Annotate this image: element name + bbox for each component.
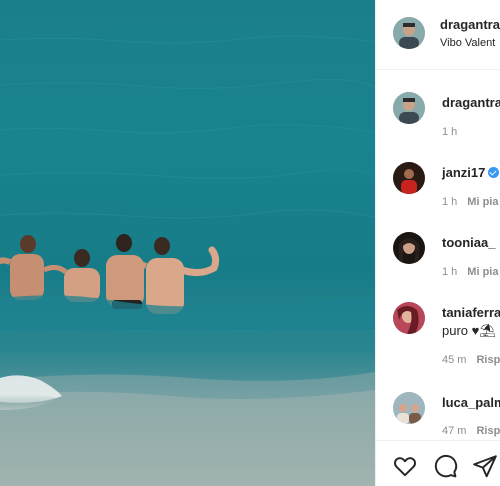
commenter-avatar[interactable] bbox=[393, 392, 425, 424]
comment-meta: 45 m Risp bbox=[442, 354, 500, 366]
verified-badge-icon bbox=[488, 167, 500, 178]
comment-text: puro ♥⛱ bbox=[442, 323, 496, 338]
comment-meta: 1 h bbox=[442, 126, 457, 138]
like-count-link[interactable]: Mi pia bbox=[467, 266, 498, 278]
heart-icon[interactable] bbox=[392, 453, 418, 479]
author-avatar[interactable] bbox=[393, 17, 425, 49]
comment-time: 45 m bbox=[442, 354, 467, 366]
comment-meta: 47 m Risp bbox=[442, 425, 500, 437]
like-count-link[interactable]: Mi pia bbox=[467, 196, 498, 208]
post-location[interactable]: Vibo Valent bbox=[440, 37, 495, 49]
comment-time: 1 h bbox=[442, 196, 458, 208]
comment-username[interactable]: dragantra bbox=[442, 95, 500, 110]
commenter-avatar[interactable] bbox=[393, 92, 425, 124]
comment-time: 47 m bbox=[442, 425, 467, 437]
author-username[interactable]: dragantra bbox=[440, 17, 500, 32]
reply-link[interactable]: Risp bbox=[476, 425, 500, 437]
comments-panel: dragantra Vibo Valent dragantra 1 h janz… bbox=[375, 0, 500, 486]
paper-plane-icon[interactable] bbox=[472, 453, 498, 479]
comment-time: 1 h bbox=[442, 126, 458, 138]
comment-time: 1 h bbox=[442, 266, 458, 278]
comment-username[interactable]: luca_palm bbox=[442, 395, 500, 410]
post-header: dragantra Vibo Valent bbox=[376, 0, 500, 70]
comment-username[interactable]: tooniaa_ bbox=[442, 235, 495, 250]
comment-meta: 1 h Mi pia bbox=[442, 266, 498, 278]
comment-meta: 1 h Mi pia bbox=[442, 196, 498, 208]
comment-username[interactable]: taniaferra bbox=[442, 305, 500, 320]
comment-username[interactable]: janzi17 bbox=[442, 165, 500, 180]
commenter-avatar[interactable] bbox=[393, 162, 425, 194]
beach-photo-illustration bbox=[0, 35, 375, 486]
comment-bubble-icon[interactable] bbox=[432, 453, 458, 479]
commenter-avatar[interactable] bbox=[393, 232, 425, 264]
reply-link[interactable]: Risp bbox=[476, 354, 500, 366]
commenter-avatar[interactable] bbox=[393, 302, 425, 334]
post-photo[interactable] bbox=[0, 0, 375, 486]
post-action-bar bbox=[376, 440, 500, 486]
